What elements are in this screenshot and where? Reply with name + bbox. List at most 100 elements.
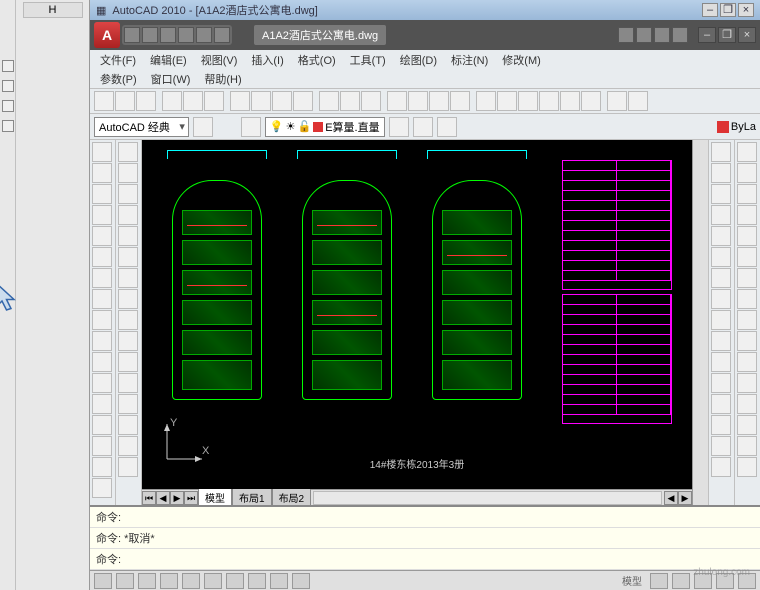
scroll-right-button[interactable]: ▶ (678, 491, 692, 505)
array-icon[interactable] (711, 226, 731, 246)
copy2-icon[interactable] (711, 163, 731, 183)
tab-next-button[interactable]: ▶ (170, 491, 184, 505)
document-tab[interactable]: A1A2酒店式公寓电.dwg (254, 25, 386, 45)
publish-icon[interactable] (204, 91, 224, 111)
workspace-settings-icon[interactable] (193, 117, 213, 137)
properties-icon[interactable] (476, 91, 496, 111)
scroll-left-button[interactable]: ◀ (664, 491, 678, 505)
sheetset-icon[interactable] (539, 91, 559, 111)
workspace-combo[interactable]: AutoCAD 经典 (94, 117, 189, 137)
otrack-toggle[interactable] (204, 573, 222, 589)
menu-insert[interactable]: 插入(I) (245, 50, 289, 70)
mod-a-icon[interactable] (737, 142, 757, 162)
fillet-icon[interactable] (711, 436, 731, 456)
layer-manager-icon[interactable] (241, 117, 261, 137)
menu-file[interactable]: 文件(F) (94, 50, 142, 70)
mod-f-icon[interactable] (737, 247, 757, 267)
join-icon[interactable] (711, 394, 731, 414)
dim-tolerance-icon[interactable] (118, 373, 138, 393)
menu-annotate[interactable]: 标注(N) (445, 50, 494, 70)
status-icon[interactable] (672, 573, 690, 589)
mirror-icon[interactable] (711, 184, 731, 204)
menu-window[interactable]: 窗口(W) (145, 69, 197, 89)
mod-k-icon[interactable] (737, 352, 757, 372)
dim-aligned-icon[interactable] (118, 163, 138, 183)
print-icon[interactable] (162, 91, 182, 111)
trim-icon[interactable] (711, 331, 731, 351)
gradient-icon[interactable] (92, 436, 112, 456)
menu-draw[interactable]: 绘图(D) (394, 50, 443, 70)
layer-tool3-icon[interactable] (437, 117, 457, 137)
tab-first-button[interactable]: ⏮ (142, 491, 156, 505)
tab-prev-button[interactable]: ◀ (156, 491, 170, 505)
mod-o-icon[interactable] (737, 436, 757, 456)
menu-format[interactable]: 格式(O) (292, 50, 342, 70)
dim-style-icon[interactable] (118, 436, 138, 456)
mod-d-icon[interactable] (737, 205, 757, 225)
qat-print-icon[interactable] (214, 27, 230, 43)
qat-open-icon[interactable] (142, 27, 158, 43)
command-line[interactable]: 命令: 命令: *取消* 命令: (90, 505, 760, 570)
redo-icon[interactable] (361, 91, 381, 111)
hatch-icon[interactable] (92, 268, 112, 288)
open-icon[interactable] (115, 91, 135, 111)
rail-icon[interactable] (2, 80, 14, 92)
close-button[interactable]: × (738, 3, 754, 17)
column-header[interactable]: H (23, 2, 83, 18)
match-icon[interactable] (293, 91, 313, 111)
mod-n-icon[interactable] (737, 415, 757, 435)
block2-icon[interactable] (92, 331, 112, 351)
layer-combo[interactable]: 💡 ☀ 🔓 E算量.直量 (265, 117, 385, 137)
qat-new-icon[interactable] (124, 27, 140, 43)
status-model[interactable]: 模型 (618, 573, 646, 588)
offset-icon[interactable] (711, 205, 731, 225)
search-icon[interactable] (618, 27, 634, 43)
help2-icon[interactable] (607, 91, 627, 111)
new-icon[interactable] (94, 91, 114, 111)
dim-leader-icon[interactable] (118, 352, 138, 372)
toolpalette-icon[interactable] (518, 91, 538, 111)
osnap-toggle[interactable] (182, 573, 200, 589)
dim-angular-icon[interactable] (118, 247, 138, 267)
mdi-restore-button[interactable]: ❐ (718, 27, 736, 43)
polar-toggle[interactable] (160, 573, 178, 589)
zoom-window-icon[interactable] (429, 91, 449, 111)
revision-icon[interactable] (92, 478, 112, 498)
mdi-close-button[interactable]: × (738, 27, 756, 43)
tab-last-button[interactable]: ⏭ (184, 491, 198, 505)
qat-redo-icon[interactable] (196, 27, 212, 43)
extend-icon[interactable] (711, 352, 731, 372)
preview-icon[interactable] (183, 91, 203, 111)
move-icon[interactable] (711, 247, 731, 267)
rotate-icon[interactable] (711, 268, 731, 288)
mod-c-icon[interactable] (737, 184, 757, 204)
designcenter-icon[interactable] (497, 91, 517, 111)
lwt-toggle[interactable] (270, 573, 288, 589)
dim-a-icon[interactable] (118, 457, 138, 477)
cut-icon[interactable] (230, 91, 250, 111)
table-icon[interactable] (92, 352, 112, 372)
menu-modify[interactable]: 修改(M) (496, 50, 547, 70)
markup-icon[interactable] (560, 91, 580, 111)
calc-icon[interactable] (581, 91, 601, 111)
pan-icon[interactable] (387, 91, 407, 111)
stretch-icon[interactable] (711, 310, 731, 330)
line-icon[interactable] (92, 142, 112, 162)
dim-center-icon[interactable] (118, 331, 138, 351)
qat-undo-icon[interactable] (178, 27, 194, 43)
drawing-canvas[interactable]: Y X 14#楼东栋2013年3册 (142, 140, 692, 489)
dim-continue-icon[interactable] (118, 310, 138, 330)
chamfer-icon[interactable] (711, 415, 731, 435)
mod-e-icon[interactable] (737, 226, 757, 246)
rail-icon[interactable] (2, 120, 14, 132)
boundary-icon[interactable] (92, 457, 112, 477)
grid-toggle[interactable] (116, 573, 134, 589)
spline-icon[interactable] (92, 289, 112, 309)
polyline-icon[interactable] (92, 163, 112, 183)
dim-diameter-icon[interactable] (118, 226, 138, 246)
minimize-button[interactable]: – (702, 3, 718, 17)
vertical-scrollbar[interactable] (692, 140, 708, 505)
mod-i-icon[interactable] (737, 310, 757, 330)
dim-update-icon[interactable] (118, 415, 138, 435)
snap-toggle[interactable] (94, 573, 112, 589)
